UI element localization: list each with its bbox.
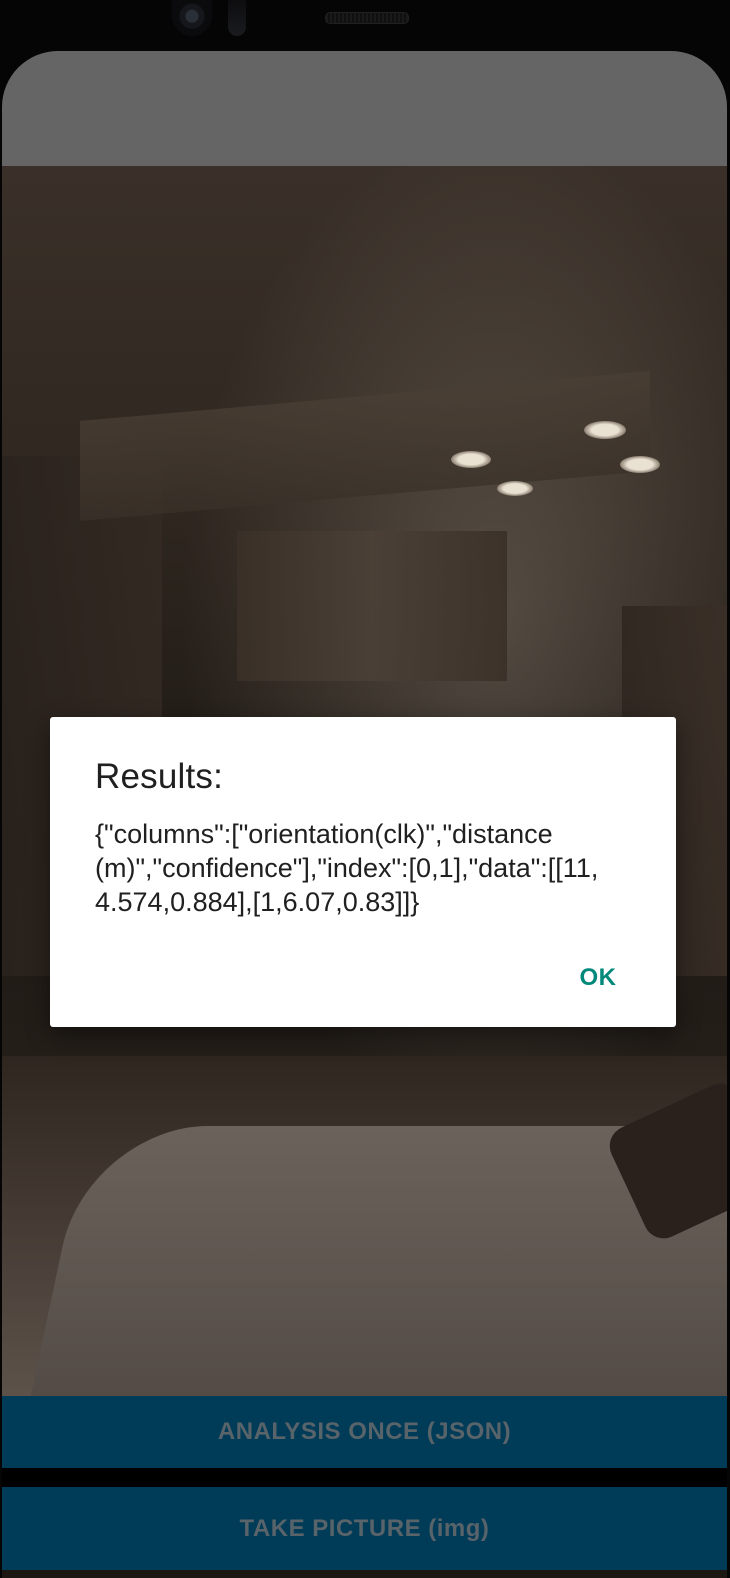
button-divider [2,1468,727,1487]
ok-button[interactable]: OK [568,959,628,997]
dialog-title: Results: [95,757,224,796]
app-bar [2,51,727,166]
ceiling-light-icon [451,451,491,468]
proximity-sensor-icon [228,0,246,36]
ceiling-light-icon [497,481,533,496]
bottom-actions: ANALYSIS ONCE (JSON) TAKE PICTURE (img) [2,1396,727,1570]
app-screen: Results: {"columns":["orientation(clk)",… [2,51,727,1578]
earpiece-speaker-icon [325,12,409,24]
ceiling-light-icon [584,421,626,439]
take-picture-button[interactable]: TAKE PICTURE (img) [2,1487,727,1570]
phone-device: Results: {"columns":["orientation(clk)",… [0,0,730,1578]
kitchen-cabinet [237,531,507,681]
dialog-message: {"columns":["orientation(clk)","distance… [95,819,599,917]
analysis-once-button[interactable]: ANALYSIS ONCE (JSON) [2,1396,727,1468]
ceiling-light-icon [620,456,660,473]
room-ceiling [80,371,650,521]
results-dialog: Results: {"columns":["orientation(clk)",… [50,717,676,1027]
